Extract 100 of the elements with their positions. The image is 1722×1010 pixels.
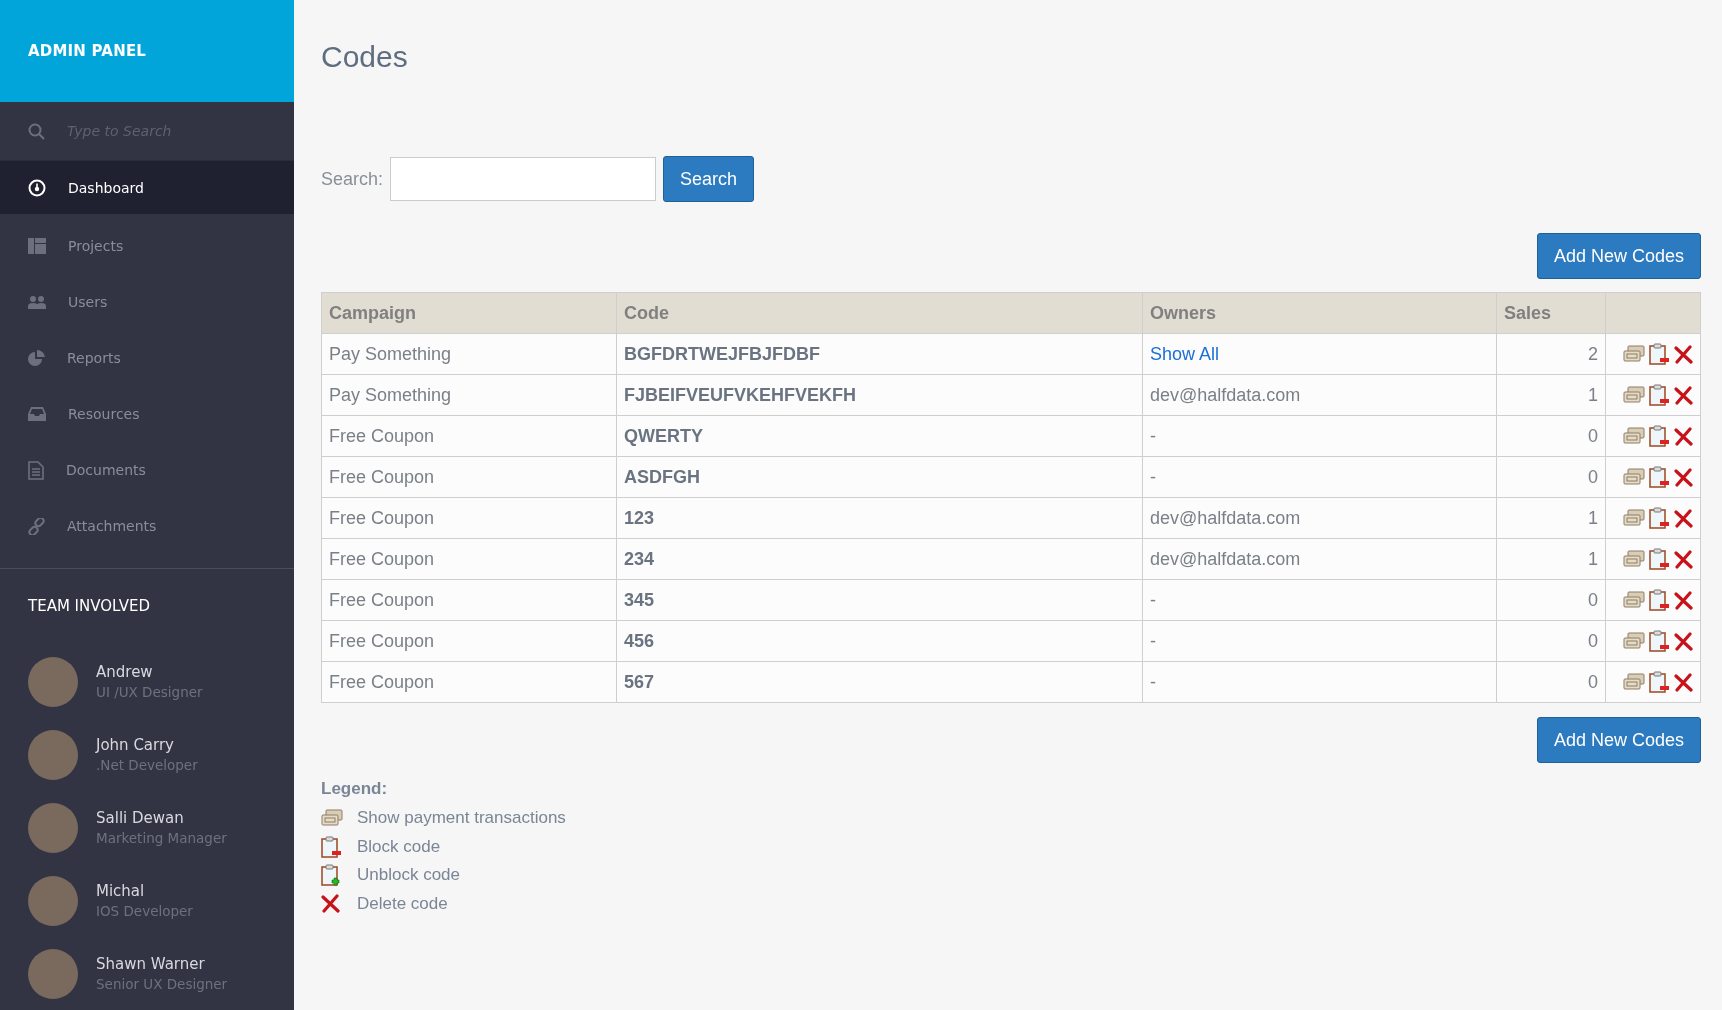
banknotes-icon <box>321 809 343 828</box>
campaign-cell: Free Coupon <box>321 456 617 498</box>
cross-icon[interactable] <box>1674 590 1693 610</box>
clipboard-minus-icon[interactable] <box>1649 589 1670 611</box>
code-cell: 123 <box>616 497 1143 539</box>
banknotes-icon[interactable] <box>1623 427 1645 445</box>
legend-label: Unblock code <box>357 865 460 886</box>
legend-label: Show payment transactions <box>357 808 566 829</box>
sales-cell: 1 <box>1496 497 1606 539</box>
avatar <box>28 729 78 780</box>
banknotes-icon[interactable] <box>1623 386 1645 404</box>
owner-cell: - <box>1142 415 1497 457</box>
inbox-icon <box>28 407 46 421</box>
code-cell: QWERTY <box>616 415 1143 457</box>
sales-cell: 0 <box>1496 620 1606 662</box>
nav-item[interactable]: Documents <box>0 442 294 498</box>
banknotes-icon[interactable] <box>1623 468 1645 486</box>
clipboard-minus-icon[interactable] <box>1649 425 1670 447</box>
nav-item[interactable]: Dashboard <box>0 161 294 214</box>
avatar <box>28 948 78 999</box>
document-icon <box>28 460 44 480</box>
cross-icon[interactable] <box>1674 508 1693 528</box>
add-codes-button[interactable]: Add New Codes <box>1536 233 1701 279</box>
clipboard-minus-icon[interactable] <box>1649 466 1670 488</box>
avatar <box>28 802 78 853</box>
banknotes-icon[interactable] <box>1623 550 1645 568</box>
column-header: Owners <box>1142 292 1497 334</box>
owner-cell: - <box>1142 456 1497 498</box>
legend-label: Block code <box>357 836 441 857</box>
campaign-cell: Free Coupon <box>321 579 617 621</box>
nav-item[interactable]: Projects <box>0 218 294 274</box>
member-role: .Net Developer <box>96 757 198 773</box>
nav-item[interactable]: Reports <box>0 330 294 386</box>
campaign-cell: Free Coupon <box>321 661 617 703</box>
clipboard-minus-icon[interactable] <box>1649 384 1670 406</box>
clipboard-minus-icon[interactable] <box>1649 548 1670 570</box>
member-role: Marketing Manager <box>96 830 227 846</box>
column-header: Campaign <box>321 292 617 334</box>
code-cell: FJBEIFVEUFVKEHFVEKFH <box>616 374 1143 416</box>
sales-cell: 0 <box>1496 579 1606 621</box>
code-cell: ASDFGH <box>616 456 1143 498</box>
team-heading: TEAM INVOLVED <box>28 597 152 615</box>
cross-icon[interactable] <box>1674 426 1693 446</box>
member-role: UI /UX Designer <box>96 684 203 700</box>
cross-icon[interactable] <box>1674 631 1693 651</box>
owner-cell: dev@halfdata.com <box>1142 374 1497 416</box>
clipboard-minus-icon[interactable] <box>1649 343 1670 365</box>
member-role: Senior UX Designer <box>96 976 228 992</box>
banknotes-icon[interactable] <box>1623 591 1645 609</box>
clipboard-minus-icon[interactable] <box>1649 671 1670 693</box>
legend-title: Legend: <box>321 779 389 799</box>
nav-item[interactable]: Resources <box>0 386 294 442</box>
cross-icon[interactable] <box>1674 549 1693 569</box>
clipboard-minus-icon[interactable] <box>1649 630 1670 652</box>
banknotes-icon[interactable] <box>1623 509 1645 527</box>
page-title: Codes <box>321 40 409 74</box>
campaign-cell: Pay Something <box>321 374 617 416</box>
cross-icon[interactable] <box>1674 467 1693 487</box>
code-cell: 234 <box>616 538 1143 580</box>
owner-cell: dev@halfdata.com <box>1142 538 1497 580</box>
sales-cell: 2 <box>1496 333 1606 375</box>
banknotes-icon[interactable] <box>1623 345 1645 363</box>
avatar <box>28 656 78 707</box>
code-cell: BGFDRTWEJFBJFDBF <box>616 333 1143 375</box>
search-field[interactable] <box>390 157 657 201</box>
show-all-link[interactable]: Show All <box>1150 343 1220 364</box>
sales-cell: 0 <box>1496 456 1606 498</box>
clipboard-plus-icon <box>321 864 342 887</box>
cross-icon[interactable] <box>1674 344 1693 364</box>
clipboard-minus-icon[interactable] <box>1649 507 1670 529</box>
legend-label: Delete code <box>357 893 448 914</box>
banknotes-icon[interactable] <box>1623 673 1645 691</box>
member-name: Salli Dewan <box>96 809 185 827</box>
search-label: Search: <box>321 168 384 190</box>
column-header: Sales <box>1496 292 1606 334</box>
cross-icon <box>321 894 340 914</box>
campaign-cell: Pay Something <box>321 333 617 375</box>
layout-icon <box>28 238 46 254</box>
code-cell: 567 <box>616 661 1143 703</box>
add-codes-button[interactable]: Add New Codes <box>1536 717 1701 763</box>
sales-cell: 1 <box>1496 374 1606 416</box>
cross-icon[interactable] <box>1674 385 1693 405</box>
campaign-cell: Free Coupon <box>321 620 617 662</box>
code-cell: 456 <box>616 620 1143 662</box>
owner-cell: - <box>1142 579 1497 621</box>
nav-item[interactable]: Attachments <box>0 498 294 554</box>
owner-cell: dev@halfdata.com <box>1142 497 1497 539</box>
sales-cell: 0 <box>1496 661 1606 703</box>
campaign-cell: Free Coupon <box>321 538 617 580</box>
banknotes-icon[interactable] <box>1623 632 1645 650</box>
owner-cell: - <box>1142 620 1497 662</box>
users-icon <box>28 295 46 309</box>
cross-icon[interactable] <box>1674 672 1693 692</box>
clipboard-minus-icon <box>321 835 342 858</box>
link-icon <box>28 517 45 535</box>
search-button[interactable]: Search <box>663 156 755 202</box>
campaign-cell: Free Coupon <box>321 415 617 457</box>
nav-item[interactable]: Users <box>0 274 294 330</box>
search-icon <box>28 122 45 140</box>
member-role: IOS Developer <box>96 903 193 919</box>
